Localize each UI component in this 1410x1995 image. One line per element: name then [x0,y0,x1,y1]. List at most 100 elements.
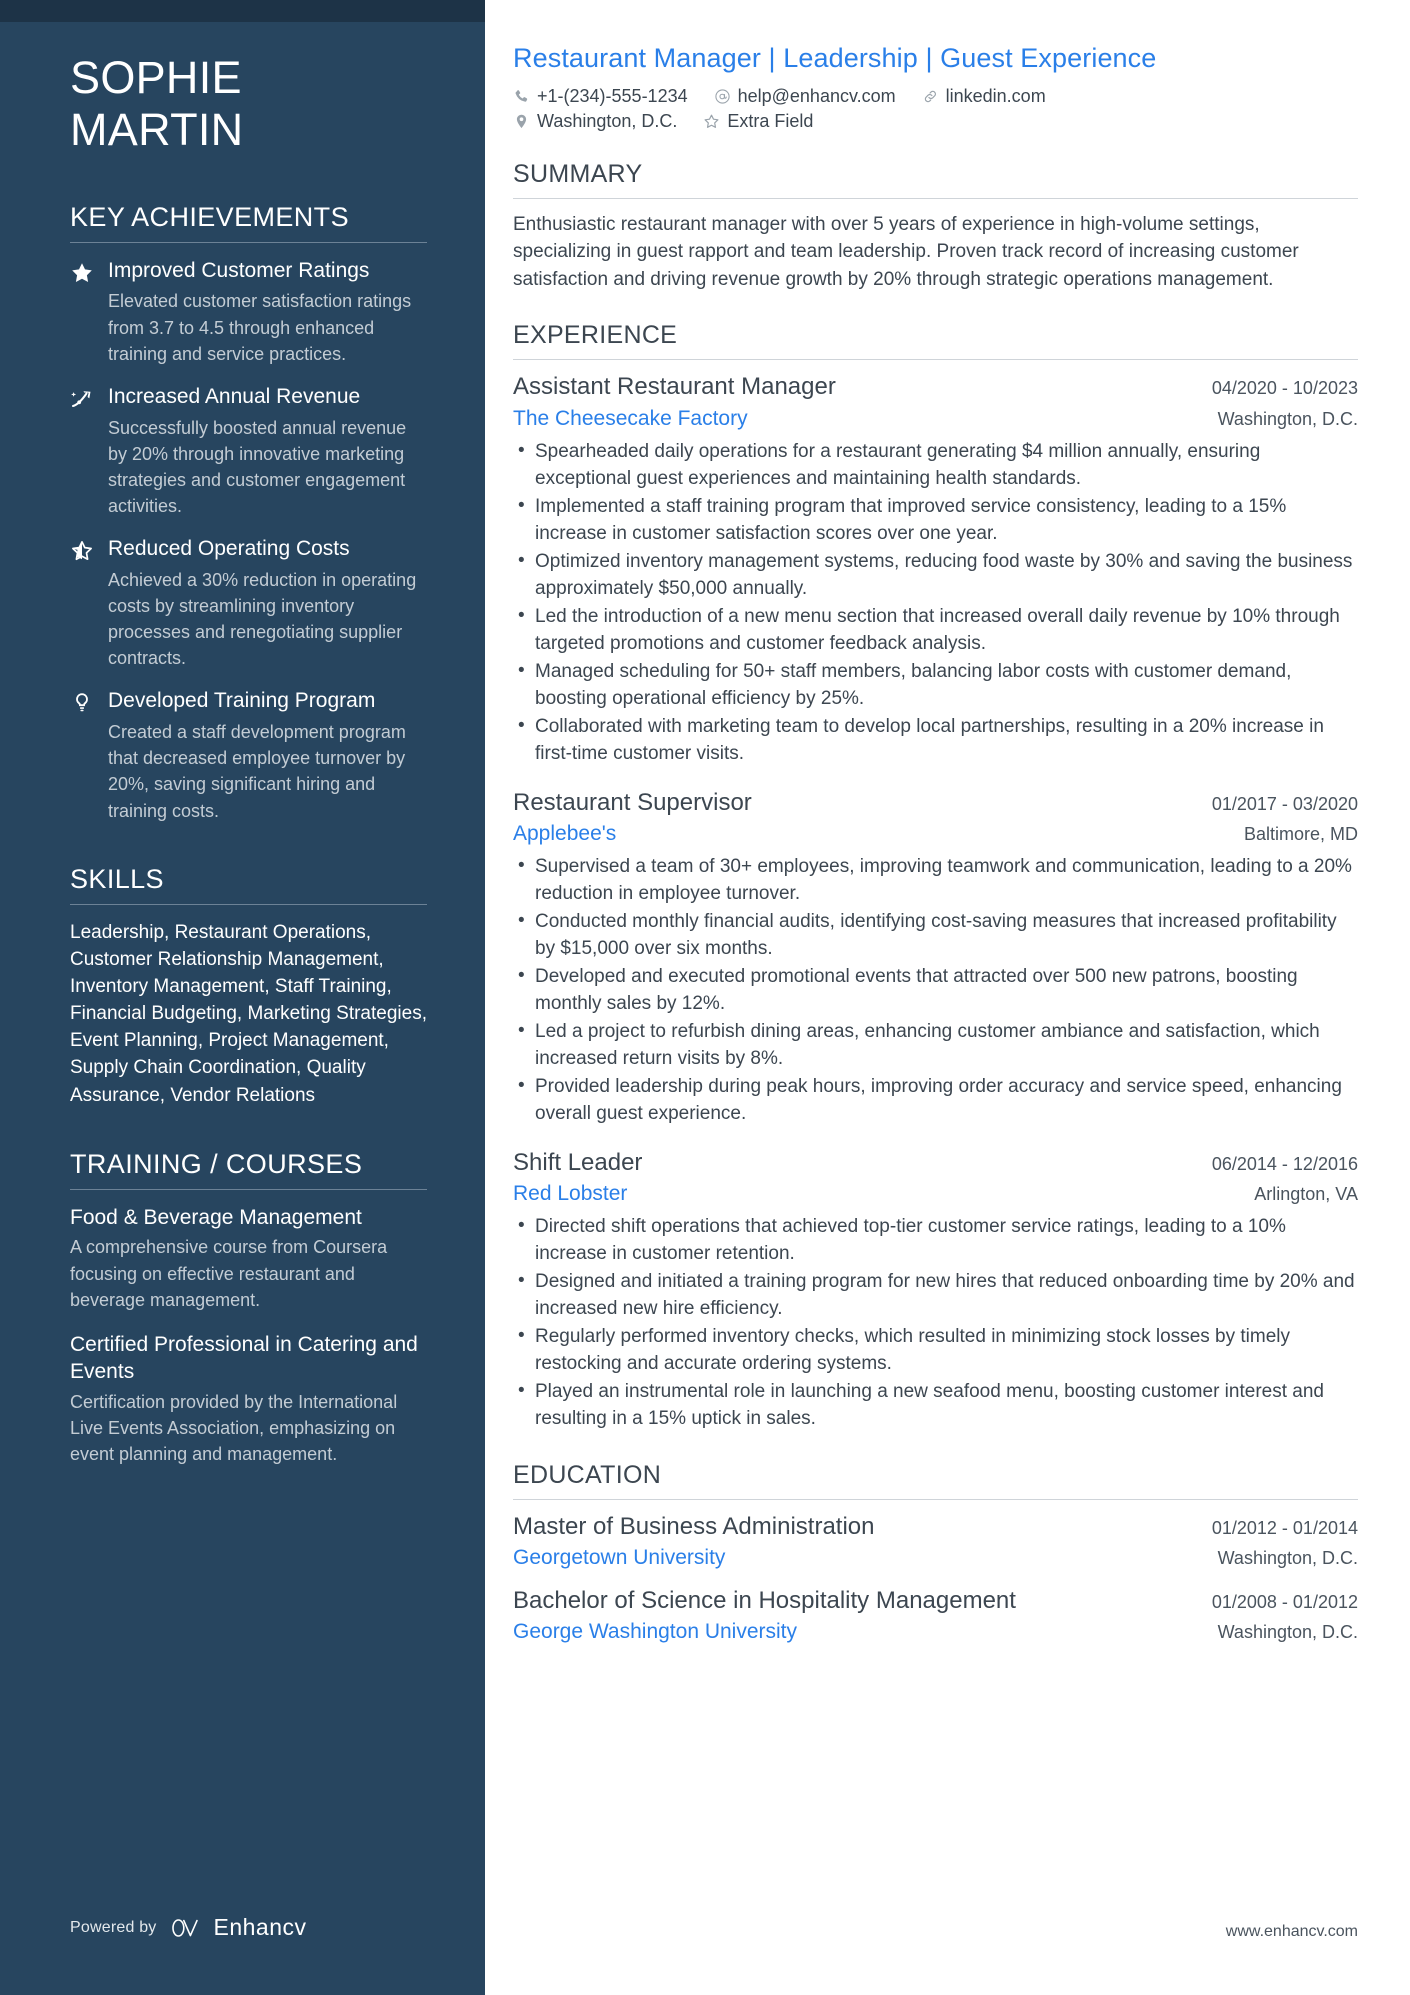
degree-title: Bachelor of Science in Hospitality Manag… [513,1586,1016,1614]
skills-list: Leadership, Restaurant Operations, Custo… [70,921,427,1106]
contact-location-text: Washington, D.C. [537,110,678,131]
experience-heading: EXPERIENCE [513,321,678,350]
course-title: Food & Beverage Management [70,1205,362,1229]
achievement-title: Reduced Operating Costs [108,537,350,560]
trend-arrow-icon [70,383,108,519]
achievement-title: Increased Annual Revenue [108,384,361,408]
course-title: Certified Professional in Catering and E… [70,1332,418,1384]
divider [513,1499,1358,1501]
enhancv-mark-icon [171,1918,198,1937]
enhancv-wordmark: Enhancv [213,1914,307,1940]
bullet: Conducted monthly financial audits, iden… [513,908,1358,963]
main-content: Restaurant Manager | Leadership | Guest … [485,0,1410,1995]
achievement-title: Improved Customer Ratings [108,258,370,282]
contact-phone-text: +1-(234)-555-1234 [537,85,688,106]
bullet: Provided leadership during peak hours, i… [513,1073,1358,1128]
job-dates: 04/2020 - 10/2023 [1211,378,1358,399]
divider [513,197,1358,199]
job-dates: 01/2017 - 03/2020 [1211,793,1358,814]
name-first: SOPHIE [70,52,242,103]
contact-linkedin[interactable]: linkedin.com [922,86,1046,107]
degree-dates: 01/2008 - 01/2012 [1211,1591,1358,1612]
job-location: Arlington, VA [1254,1184,1358,1205]
experience-entry: Assistant Restaurant Manager 04/2020 - 1… [513,372,1358,767]
job-location: Baltimore, MD [1243,823,1358,844]
name-last: MARTIN [70,103,244,155]
course-description: A comprehensive course from Coursera foc… [70,1237,388,1310]
degree-dates: 01/2012 - 01/2014 [1211,1518,1358,1539]
sidebar: SOPHIE MARTIN KEY ACHIEVEMENTS Improved … [0,0,485,1995]
sidebar-footer: Powered by Enhancv [70,1914,307,1941]
job-bullets: Directed shift operations that achieved … [513,1213,1358,1433]
achievement-item: Developed Training Program Created a sta… [70,687,427,823]
bullet: Spearheaded daily operations for a resta… [513,438,1358,493]
contact-info: +1-(234)-555-1234 help@enhancv.com linke… [513,86,1358,132]
star-half-icon [70,535,108,671]
course-description: Certification provided by the Internatio… [70,1392,398,1465]
school-location: Washington, D.C. [1217,1621,1358,1642]
experience-section: EXPERIENCE Assistant Restaurant Manager … [513,321,1358,1433]
achievement-description: Elevated customer satisfaction ratings f… [108,291,412,364]
school-name[interactable]: Georgetown University [513,1544,725,1571]
bullet: Managed scheduling for 50+ staff members… [513,658,1358,713]
bullet: Led a project to refurbish dining areas,… [513,1018,1358,1073]
bullet: Led the introduction of a new menu secti… [513,603,1358,658]
divider [513,359,1358,361]
candidate-name: SOPHIE MARTIN [70,0,427,156]
education-entry: Bachelor of Science in Hospitality Manag… [513,1586,1358,1646]
enhancv-logo: Enhancv [171,1914,307,1941]
job-bullets: Spearheaded daily operations for a resta… [513,438,1358,768]
bullet: Developed and executed promotional event… [513,963,1358,1018]
job-title: Shift Leader [513,1148,643,1176]
key-achievements-section: KEY ACHIEVEMENTS Improved Customer Ratin… [70,202,427,824]
achievement-item: Reduced Operating Costs Achieved a 30% r… [70,535,427,671]
education-entry: Master of Business Administration 01/201… [513,1512,1358,1572]
bullet: Optimized inventory management systems, … [513,548,1358,603]
training-courses-section: TRAINING / COURSES Food & Beverage Manag… [70,1149,427,1468]
divider [70,241,427,243]
professional-headline: Restaurant Manager | Leadership | Guest … [513,43,1157,73]
location-pin-icon [516,114,527,128]
experience-entry: Restaurant Supervisor 01/2017 - 03/2020 … [513,788,1358,1128]
bullet: Designed and initiated a training progra… [513,1268,1358,1323]
sidebar-top-bar [0,0,485,22]
job-company[interactable]: Applebee's [513,820,616,847]
contact-linkedin-text: linkedin.com [945,85,1046,106]
job-location: Washington, D.C. [1217,408,1358,429]
divider [70,1188,427,1190]
divider [70,903,427,905]
summary-heading: SUMMARY [513,159,643,188]
bullet: Implemented a staff training program tha… [513,493,1358,548]
contact-phone[interactable]: +1-(234)-555-1234 [513,86,688,107]
star-filled-icon [70,257,108,367]
job-title: Assistant Restaurant Manager [513,373,836,401]
resume-page: SOPHIE MARTIN KEY ACHIEVEMENTS Improved … [0,0,1410,1995]
key-achievements-heading: KEY ACHIEVEMENTS [70,201,349,232]
school-location: Washington, D.C. [1217,1548,1358,1569]
course-item: Certified Professional in Catering and E… [70,1331,427,1468]
contact-location: Washington, D.C. [513,111,677,132]
lightbulb-icon [70,687,108,823]
bullet: Regularly performed inventory checks, wh… [513,1323,1358,1378]
school-name[interactable]: George Washington University [513,1618,797,1645]
powered-by-label: Powered by [70,1918,157,1936]
achievement-item: Improved Customer Ratings Elevated custo… [70,257,427,367]
bullet: Played an instrumental role in launching… [513,1378,1358,1433]
link-icon [924,90,936,102]
contact-email-text: help@enhancv.com [737,85,896,106]
phone-icon [515,89,528,102]
achievement-description: Successfully boosted annual revenue by 2… [108,417,407,516]
skills-section: SKILLS Leadership, Restaurant Operations… [70,864,427,1109]
summary-text: Enthusiastic restaurant manager with ove… [513,213,1299,290]
star-outline-icon [704,114,719,128]
bullet: Collaborated with marketing team to deve… [513,713,1358,768]
degree-title: Master of Business Administration [513,1513,875,1541]
skills-heading: SKILLS [70,863,164,894]
contact-email[interactable]: help@enhancv.com [714,86,896,107]
job-company[interactable]: Red Lobster [513,1180,627,1207]
achievement-title: Developed Training Program [108,689,376,713]
course-item: Food & Beverage Management A comprehensi… [70,1204,427,1313]
job-bullets: Supervised a team of 30+ employees, impr… [513,853,1358,1128]
job-company[interactable]: The Cheesecake Factory [513,405,748,432]
achievement-item: Increased Annual Revenue Successfully bo… [70,383,427,519]
